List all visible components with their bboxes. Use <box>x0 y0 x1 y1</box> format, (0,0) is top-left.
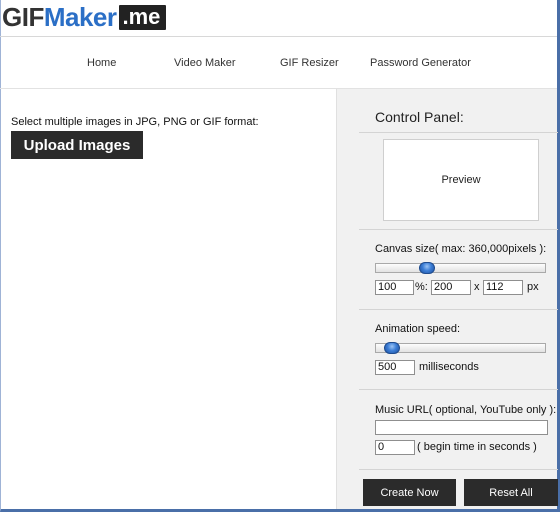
panel-divider <box>359 309 558 310</box>
animation-speed-slider[interactable] <box>375 342 546 354</box>
control-panel: Control Panel: Preview Canvas size( max:… <box>336 89 558 509</box>
music-url-input[interactable] <box>375 420 548 435</box>
begin-time-label: ( begin time in seconds ) <box>417 441 537 453</box>
canvas-size-slider[interactable] <box>375 262 546 274</box>
music-url-label: Music URL( optional, YouTube only ): <box>375 404 557 416</box>
panel-divider <box>359 229 558 230</box>
logo-maker-text: Maker <box>43 2 117 32</box>
milliseconds-unit: milliseconds <box>419 361 479 373</box>
canvas-percent-input[interactable]: 100 <box>375 280 414 295</box>
nav-video-maker[interactable]: Video Maker <box>174 57 236 69</box>
nav-home[interactable]: Home <box>87 57 116 69</box>
percent-suffix: %: <box>415 281 428 293</box>
panel-divider <box>359 469 558 470</box>
slider-thumb[interactable] <box>384 342 400 354</box>
panel-divider <box>359 132 558 133</box>
canvas-height-input[interactable]: 112 <box>483 280 523 295</box>
nav-gif-resizer[interactable]: GIF Resizer <box>280 57 339 69</box>
control-panel-title: Control Panel: <box>375 109 464 125</box>
main-nav: Home Video Maker GIF Resizer Password Ge… <box>0 36 557 88</box>
logo-gif-text: GIF <box>2 2 44 32</box>
logo-me-badge: .me <box>118 4 167 30</box>
reset-all-button[interactable]: Reset All <box>464 479 558 506</box>
preview-label: Preview <box>441 174 481 186</box>
preview-area: Preview <box>383 139 539 221</box>
times-sign: x <box>474 281 480 293</box>
canvas-width-input[interactable]: 200 <box>431 280 471 295</box>
canvas-size-label: Canvas size( max: 360,000pixels ): <box>375 243 547 255</box>
site-logo[interactable]: GIF Maker .me <box>2 2 167 32</box>
nav-password-generator[interactable]: Password Generator <box>370 57 471 69</box>
slider-thumb[interactable] <box>419 262 435 274</box>
speed-input[interactable]: 500 <box>375 360 415 375</box>
px-unit: px <box>527 281 539 293</box>
upload-images-button[interactable]: Upload Images <box>11 131 143 159</box>
animation-speed-label: Animation speed: <box>375 323 460 335</box>
create-now-button[interactable]: Create Now <box>363 479 456 506</box>
begin-time-input[interactable]: 0 <box>375 440 415 455</box>
panel-divider <box>359 389 558 390</box>
upload-instructions: Select multiple images in JPG, PNG or GI… <box>11 116 259 128</box>
